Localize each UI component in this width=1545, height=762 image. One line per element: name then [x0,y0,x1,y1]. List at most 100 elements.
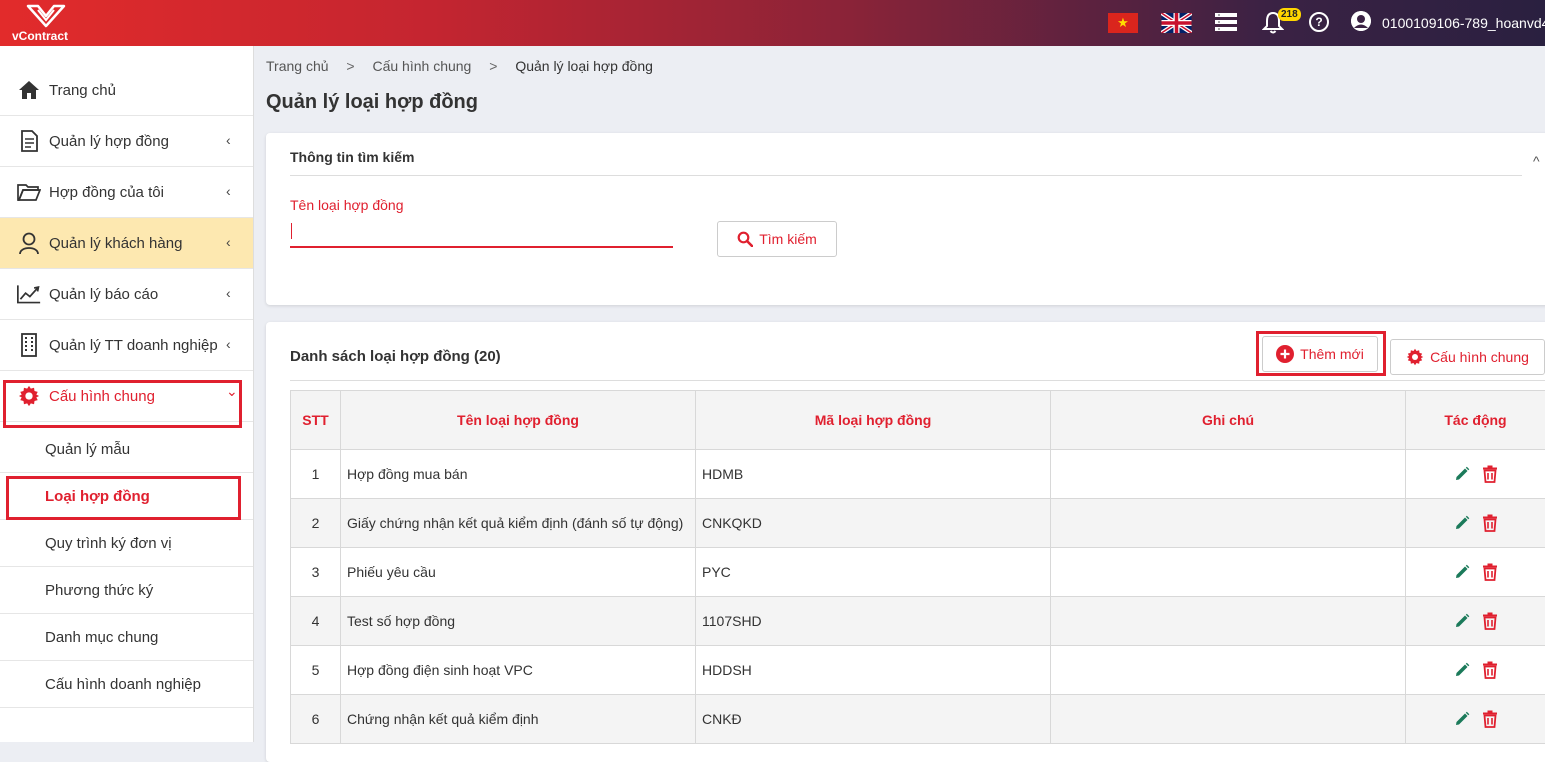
contract-type-list-panel: Danh sách loại hợp đồng (20) Thêm mới Cấ… [266,322,1545,762]
chevron-left-icon: ‹ [226,183,231,199]
column-header-actions: Tác động [1406,391,1545,450]
sidebar-item-my-contracts[interactable]: Hợp đồng của tôi ‹ [0,167,253,218]
table-row[interactable]: 6Chứng nhận kết quả kiểm địnhCNKĐ [291,695,1545,744]
sidebar-subitem-label: Phương thức ký [45,582,153,599]
cell-name: Phiếu yêu cầu [341,548,696,597]
sidebar-item-customers[interactable]: Quản lý khách hàng ‹ [0,218,253,269]
highlight-box [1256,331,1386,376]
breadcrumb-general-config[interactable]: Cấu hình chung [372,58,471,74]
logo[interactable]: vContract [8,4,88,42]
page-title: Quản lý loại hợp đồng [266,91,478,114]
cell-actions [1406,450,1545,499]
edit-icon[interactable] [1454,711,1470,727]
table-row[interactable]: 3Phiếu yêu cầuPYC [291,548,1545,597]
search-icon [737,231,753,247]
cell-stt: 1 [291,450,341,499]
cell-name: Hợp đồng mua bán [341,450,696,499]
divider [290,175,1522,176]
edit-icon[interactable] [1454,662,1470,678]
contract-type-name-input[interactable] [290,218,673,248]
cell-note [1051,646,1406,695]
edit-icon[interactable] [1454,515,1470,531]
row-actions [1412,612,1539,630]
cell-note [1051,597,1406,646]
table-row[interactable]: 2Giấy chứng nhận kết quả kiểm định (đánh… [291,499,1545,548]
table-header-row: STT Tên loại hợp đồng Mã loại hợp đồng G… [291,391,1545,450]
highlight-box [3,380,242,428]
trash-icon[interactable] [1482,612,1498,630]
sidebar-subitem-label: Cấu hình doanh nghiệp [45,676,201,693]
table-row[interactable]: 5Hợp đồng điện sinh hoạt VPCHDDSH [291,646,1545,695]
sidebar-subitem-signing-methods[interactable]: Phương thức ký [0,567,253,614]
sidebar-subitem-label: Quy trình ký đơn vị [45,535,172,552]
trash-icon[interactable] [1482,661,1498,679]
trash-icon[interactable] [1482,465,1498,483]
cell-code: 1107SHD [696,597,1051,646]
search-button[interactable]: Tìm kiếm [717,221,837,257]
row-actions [1412,465,1539,483]
vietnam-flag-icon[interactable]: ★ [1108,13,1138,33]
chevron-left-icon: ‹ [226,336,231,352]
sidebar-item-label: Hợp đồng của tôi [49,184,164,201]
edit-icon[interactable] [1454,466,1470,482]
cell-actions [1406,695,1545,744]
cell-name: Chứng nhận kết quả kiểm định [341,695,696,744]
trash-icon[interactable] [1482,563,1498,581]
user-name[interactable]: 0100109106-789_hoanvd4 [1382,15,1545,31]
column-header-name[interactable]: Tên loại hợp đồng [341,391,696,450]
collapse-icon[interactable]: ^ [1533,153,1540,169]
sidebar-item-enterprise[interactable]: Quản lý TT doanh nghiệp ‹ [0,320,253,371]
breadcrumb-separator: > [346,58,354,74]
sidebar-item-home[interactable]: Trang chủ [0,65,253,116]
cell-note [1051,450,1406,499]
highlight-box [6,476,241,520]
table-row[interactable]: 1Hợp đồng mua bánHDMB [291,450,1545,499]
trash-icon[interactable] [1482,710,1498,728]
sidebar-subitem-signing-workflow[interactable]: Quy trình ký đơn vị [0,520,253,567]
sidebar-item-reports[interactable]: Quản lý báo cáo ‹ [0,269,253,320]
sidebar-item-label: Quản lý TT doanh nghiệp [49,337,218,354]
breadcrumb-home[interactable]: Trang chủ [266,58,329,74]
user-icon[interactable] [1351,11,1371,31]
cell-note [1051,695,1406,744]
user-icon [17,231,41,255]
cell-actions [1406,499,1545,548]
cell-stt: 4 [291,597,341,646]
sidebar-item-contracts[interactable]: Quản lý hợp đồng ‹ [0,116,253,167]
cell-actions [1406,646,1545,695]
divider [290,380,1545,381]
menu-icon[interactable] [1215,12,1237,32]
search-panel: Thông tin tìm kiếm ^ Tên loại hợp đồng T… [266,133,1545,305]
sidebar-item-label: Quản lý báo cáo [49,286,158,303]
cell-code: HDMB [696,450,1051,499]
contract-type-table: STT Tên loại hợp đồng Mã loại hợp đồng G… [290,390,1545,744]
sidebar-subitem-templates[interactable]: Quản lý mẫu [0,426,253,473]
edit-icon[interactable] [1454,613,1470,629]
help-icon[interactable]: ? [1309,12,1329,32]
vietnam-flag-star: ★ [1117,15,1129,31]
column-header-note[interactable]: Ghi chú [1051,391,1406,450]
folder-icon [17,180,41,204]
sidebar-item-label: Quản lý hợp đồng [49,133,169,150]
general-config-label: Cấu hình chung [1430,349,1529,365]
sidebar-item-label: Trang chủ [49,82,116,99]
sidebar-subitem-catalogs[interactable]: Danh mục chung [0,614,253,661]
sidebar: Trang chủ Quản lý hợp đồng ‹ Hợp đồng củ… [0,46,254,742]
cell-stt: 5 [291,646,341,695]
edit-icon[interactable] [1454,564,1470,580]
row-actions [1412,563,1539,581]
sidebar-subitem-enterprise-config[interactable]: Cấu hình doanh nghiệp [0,661,253,708]
building-icon [17,333,41,357]
table-row[interactable]: 4Test số hợp đồng1107SHD [291,597,1545,646]
chevron-left-icon: ‹ [226,234,231,250]
text-cursor [291,223,292,239]
notification-badge: 218 [1278,8,1301,21]
document-icon [17,129,41,153]
cell-note [1051,548,1406,597]
search-panel-title: Thông tin tìm kiếm [290,149,414,165]
trash-icon[interactable] [1482,514,1498,532]
column-header-code[interactable]: Mã loại hợp đồng [696,391,1051,450]
cell-actions [1406,548,1545,597]
general-config-button[interactable]: Cấu hình chung [1390,339,1545,375]
uk-flag-icon[interactable] [1161,13,1192,33]
